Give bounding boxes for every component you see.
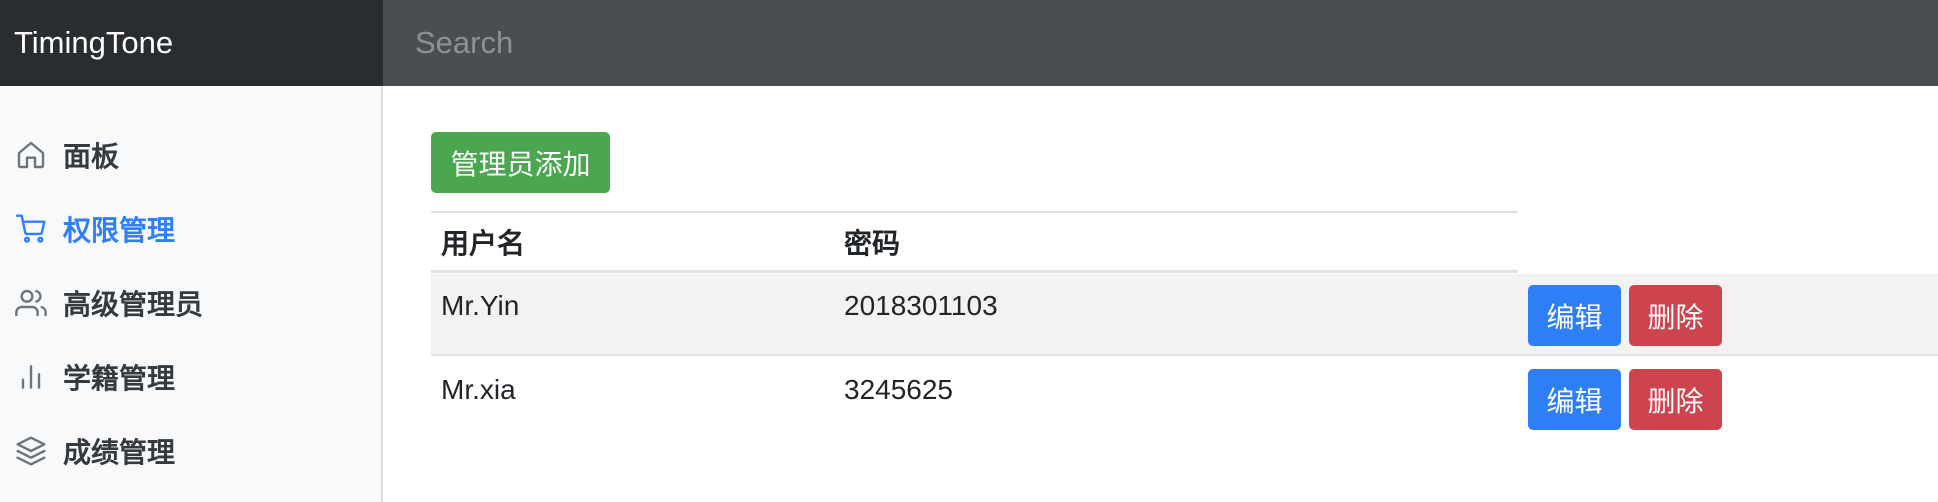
users-icon [14,286,48,320]
sidebar-item-label: 学籍管理 [63,363,176,394]
search-input[interactable] [383,0,1938,86]
top-navbar: TimingTone [0,0,1938,86]
add-admin-button[interactable]: 管理员添加 [431,132,610,193]
password-cell: 3245625 [844,374,954,405]
edit-button[interactable]: 编辑 [1528,285,1621,346]
layers-icon [14,434,48,468]
sidebar-item-senior-admin[interactable]: 高级管理员 [0,266,381,340]
row-actions: 编辑 删除 [1528,369,1722,430]
sidebar-item-permissions[interactable]: 权限管理 [0,192,381,266]
table-row: Mr.Yin 2018301103 编辑 删除 [431,274,1938,356]
sidebar-item-label: 面板 [63,141,120,172]
brand-logo[interactable]: TimingTone [0,0,383,86]
main-content: 管理员添加 用户名 密码 Mr.Yin 2018301103 编辑 删除 Mr.… [383,86,1938,502]
sidebar-item-student-records[interactable]: 学籍管理 [0,340,381,414]
column-header-password: 密码 [844,227,901,259]
shopping-cart-icon [14,212,48,246]
sidebar-item-label: 成绩管理 [63,437,176,468]
search-bar [383,0,1938,86]
sidebar-item-label: 高级管理员 [63,289,204,320]
sidebar: 面板 权限管理 高级管理员 学籍管理 成绩管理 [0,86,383,502]
username-cell: Mr.xia [441,374,516,405]
delete-button[interactable]: 删除 [1629,369,1722,430]
table-header: 用户名 密码 [431,211,1518,273]
sidebar-item-label: 权限管理 [63,215,176,246]
bar-chart-icon [14,360,48,394]
sidebar-item-dashboard[interactable]: 面板 [0,118,381,192]
username-cell: Mr.Yin [441,290,520,321]
column-header-username: 用户名 [441,227,526,259]
row-actions: 编辑 删除 [1528,285,1722,346]
home-icon [14,138,48,172]
delete-button[interactable]: 删除 [1629,285,1722,346]
sidebar-item-grades[interactable]: 成绩管理 [0,414,381,488]
table-row: Mr.xia 3245625 编辑 删除 [431,358,1938,440]
password-cell: 2018301103 [844,290,998,321]
edit-button[interactable]: 编辑 [1528,369,1621,430]
